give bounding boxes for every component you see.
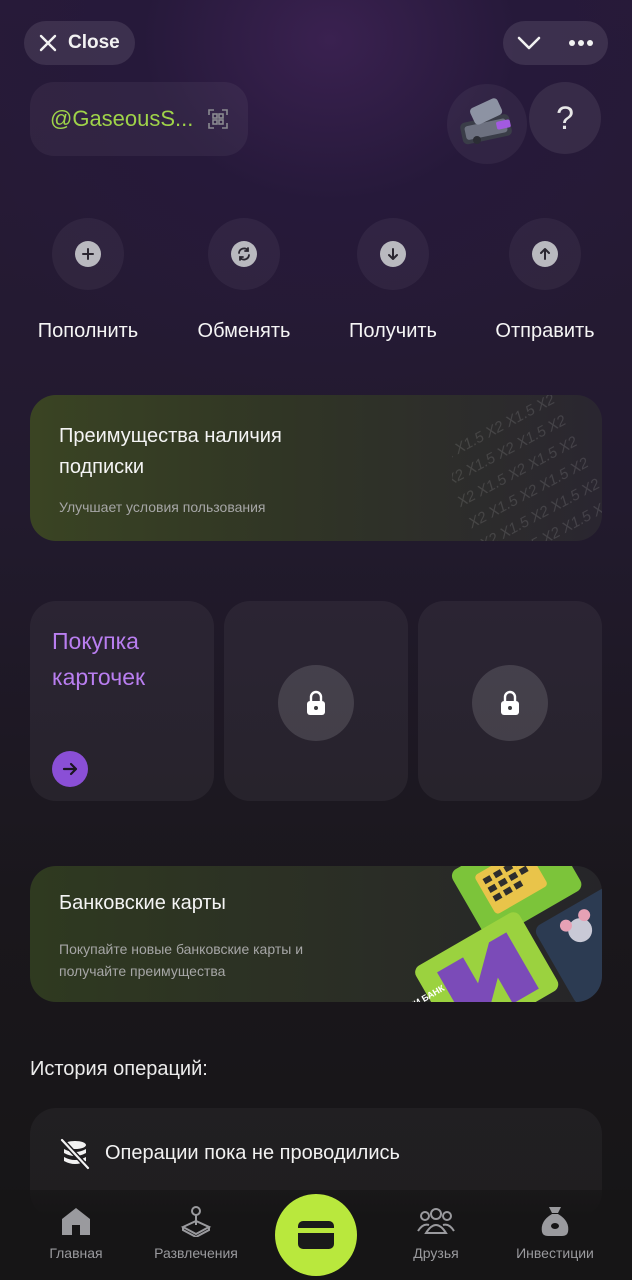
avatar[interactable]: [447, 84, 527, 164]
username: @GaseousS...: [50, 106, 194, 131]
history-label: История операций:: [30, 1058, 208, 1080]
nav-item-investments[interactable]: Инвестиции: [495, 1205, 615, 1261]
close-button[interactable]: Close: [24, 21, 135, 65]
home-icon: [62, 1208, 90, 1235]
qr-code-icon: [208, 109, 228, 129]
subscription-pattern: X2 X1.5 X2 X1.5 X2 X2 X1.5 X2 X1.5 X2 X2…: [452, 395, 602, 541]
lock-button: [472, 665, 548, 741]
nav-entertainment-label: Развлечения: [154, 1245, 238, 1261]
card-icon: [298, 1221, 334, 1249]
locked-tile: [418, 601, 602, 801]
send-label: Отправить: [495, 320, 595, 342]
nav-home-label: Главная: [49, 1245, 103, 1261]
card-center-button[interactable]: [275, 1194, 357, 1276]
send-button[interactable]: [509, 218, 581, 290]
plus-icon: [75, 241, 101, 267]
exchange-icon: [231, 241, 257, 267]
send-action[interactable]: Отправить: [480, 218, 610, 343]
lock-icon: [501, 690, 519, 715]
friends-icon: [417, 1208, 455, 1234]
topup-label: Пополнить: [37, 320, 139, 342]
bank-cards-description: Покупайте новые банковские карты и получ…: [59, 941, 304, 979]
topup-button[interactable]: [52, 218, 124, 290]
joystick-icon: [180, 1206, 212, 1237]
lock-icon: [307, 690, 325, 715]
nav-item-home[interactable]: Главная: [16, 1205, 136, 1261]
topup-action[interactable]: Пополнить: [23, 218, 153, 343]
receive-action[interactable]: Получить: [328, 218, 458, 343]
buy-cards-arrow-button[interactable]: [52, 751, 88, 787]
nav-item-friends[interactable]: Друзья: [376, 1205, 496, 1261]
exchange-button[interactable]: [208, 218, 280, 290]
avatar-image: [460, 98, 512, 145]
receive-label: Получить: [349, 320, 437, 342]
bank-cards-card[interactable]: Банковские карты Покупайте новые банковс…: [30, 866, 602, 1002]
close-icon: [39, 34, 57, 52]
exchange-label: Обменять: [197, 320, 291, 342]
close-label: Close: [68, 32, 120, 53]
buy-cards-tile[interactable]: Покупка карточек: [30, 601, 214, 801]
money-bag-icon: [541, 1207, 569, 1236]
lock-button: [278, 665, 354, 741]
bank-cards-title: Банковские карты: [59, 892, 226, 914]
coins-off-icon: [60, 1138, 90, 1170]
arrow-right-icon: [62, 762, 78, 776]
buy-cards-title: Покупка карточек: [52, 628, 146, 690]
arrow-down-icon: [380, 241, 406, 267]
locked-tile: [224, 601, 408, 801]
receive-button[interactable]: [357, 218, 429, 290]
history-empty-text: Операции пока не проводились: [105, 1142, 400, 1164]
menu-pill: [503, 21, 608, 65]
nav-investments-label: Инвестиции: [516, 1245, 594, 1261]
nav-item-entertainment[interactable]: Развлечения: [136, 1205, 256, 1261]
username-chip[interactable]: @GaseousS...: [30, 82, 248, 156]
bank-cards-illustration: ГНИ БАНК: [402, 866, 602, 1002]
help-button[interactable]: ?: [529, 82, 601, 154]
arrow-up-icon: [532, 241, 558, 267]
subscription-title: Преимущества наличия подписки: [59, 425, 282, 478]
exchange-action[interactable]: Обменять: [179, 218, 309, 343]
more-icon[interactable]: [568, 39, 594, 47]
chevron-down-icon[interactable]: [517, 35, 541, 51]
subscription-card[interactable]: Преимущества наличия подписки Улучшает у…: [30, 395, 602, 541]
nav-friends-label: Друзья: [413, 1245, 459, 1261]
subscription-description: Улучшает условия пользования: [59, 499, 266, 515]
